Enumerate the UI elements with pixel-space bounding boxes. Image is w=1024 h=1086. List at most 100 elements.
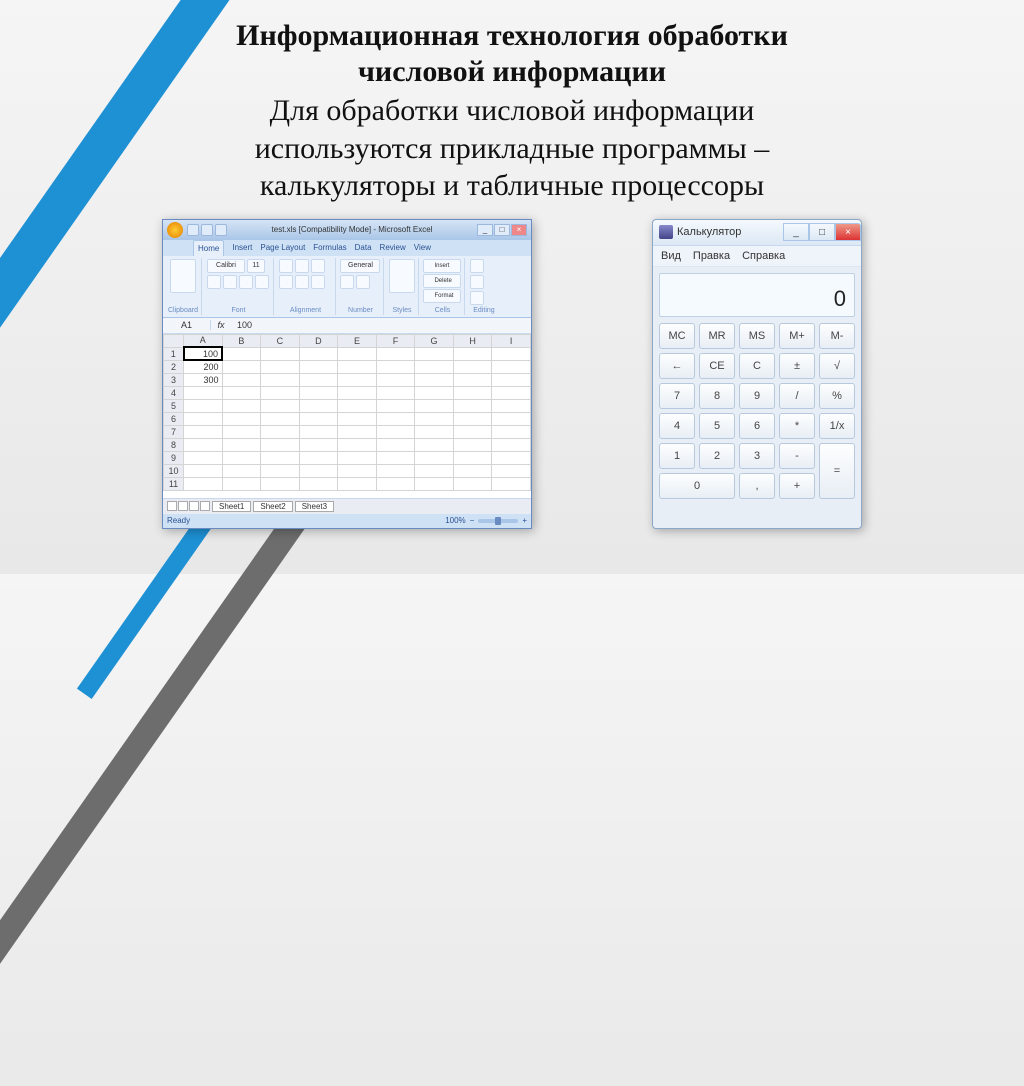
calc-btn-ce[interactable]: CE: [699, 353, 735, 379]
col-header[interactable]: H: [453, 334, 492, 347]
excel-window: test.xls [Compatibility Mode] - Microsof…: [162, 219, 532, 529]
name-box[interactable]: A1: [163, 320, 211, 330]
calc-btn-6[interactable]: 6: [739, 413, 775, 439]
col-header[interactable]: D: [299, 334, 338, 347]
calc-btn-mplus[interactable]: M+: [779, 323, 815, 349]
col-header[interactable]: C: [261, 334, 300, 347]
col-header[interactable]: G: [415, 334, 454, 347]
underline-button[interactable]: [239, 275, 253, 289]
quick-access-toolbar[interactable]: [187, 224, 227, 236]
cell[interactable]: 200: [184, 360, 223, 373]
row-header[interactable]: 2: [164, 360, 184, 373]
calc-btn-mul[interactable]: *: [779, 413, 815, 439]
row-header[interactable]: 5: [164, 399, 184, 412]
ribbon: Clipboard Calibri 11 Font Alignment Gene…: [163, 256, 531, 318]
calc-window-title: Калькулятор: [677, 226, 741, 238]
calc-btn-mr[interactable]: MR: [699, 323, 735, 349]
paste-button[interactable]: [170, 259, 196, 293]
tab-page-layout[interactable]: Page Layout: [260, 240, 305, 256]
col-header[interactable]: F: [376, 334, 415, 347]
row-header[interactable]: 4: [164, 386, 184, 399]
border-button[interactable]: [255, 275, 269, 289]
number-format-dropdown[interactable]: General: [340, 259, 380, 273]
row-header[interactable]: 10: [164, 464, 184, 477]
group-cells: Insert Delete Format Cells: [421, 258, 465, 315]
styles-button[interactable]: [389, 259, 415, 293]
cells-format-button[interactable]: Format: [423, 289, 461, 303]
calc-btn-decimal[interactable]: ,: [739, 473, 775, 499]
tab-review[interactable]: Review: [380, 240, 406, 256]
cells-insert-button[interactable]: Insert: [423, 259, 461, 273]
row-header[interactable]: 3: [164, 373, 184, 386]
col-header[interactable]: B: [222, 334, 261, 347]
fx-icon[interactable]: fx: [211, 320, 231, 330]
calc-btn-4[interactable]: 4: [659, 413, 695, 439]
row-header[interactable]: 8: [164, 438, 184, 451]
sheet-tab[interactable]: Sheet3: [295, 501, 334, 512]
formula-input[interactable]: 100: [231, 320, 531, 330]
group-alignment-label: Alignment: [290, 307, 321, 314]
row-header[interactable]: 9: [164, 451, 184, 464]
sheet-nav[interactable]: [167, 501, 210, 511]
tab-formulas[interactable]: Formulas: [313, 240, 346, 256]
italic-button[interactable]: [223, 275, 237, 289]
calc-btn-3[interactable]: 3: [739, 443, 775, 469]
calc-btn-percent[interactable]: %: [819, 383, 855, 409]
close-button[interactable]: ×: [835, 223, 861, 241]
row-header[interactable]: 6: [164, 412, 184, 425]
calc-btn-recip[interactable]: 1/x: [819, 413, 855, 439]
calc-btn-c[interactable]: C: [739, 353, 775, 379]
sheet-tab[interactable]: Sheet1: [212, 501, 251, 512]
menu-edit[interactable]: Правка: [693, 250, 730, 262]
calc-menu: Вид Правка Справка: [653, 246, 861, 267]
worksheet-grid[interactable]: A B C D E F G H I 1100 2200 3300 4 5 6 7…: [163, 334, 531, 498]
calc-btn-mc[interactable]: MC: [659, 323, 695, 349]
group-alignment: Alignment: [276, 258, 336, 315]
calc-btn-equals[interactable]: =: [819, 443, 855, 499]
col-header[interactable]: A: [184, 334, 223, 347]
calc-btn-minus[interactable]: -: [779, 443, 815, 469]
cells-delete-button[interactable]: Delete: [423, 274, 461, 288]
bold-button[interactable]: [207, 275, 221, 289]
sheet-tab[interactable]: Sheet2: [253, 501, 292, 512]
tab-insert[interactable]: Insert: [232, 240, 252, 256]
maximize-button[interactable]: □: [494, 224, 510, 236]
calc-btn-mminus[interactable]: M-: [819, 323, 855, 349]
col-header[interactable]: I: [492, 334, 531, 347]
calc-btn-9[interactable]: 9: [739, 383, 775, 409]
row-header[interactable]: 11: [164, 477, 184, 490]
maximize-button[interactable]: □: [809, 223, 835, 241]
calc-btn-8[interactable]: 8: [699, 383, 735, 409]
row-header[interactable]: 7: [164, 425, 184, 438]
cell[interactable]: 100: [184, 347, 223, 360]
zoom-controls[interactable]: 100% −+: [445, 516, 527, 525]
office-button[interactable]: [167, 222, 183, 238]
tab-view[interactable]: View: [414, 240, 431, 256]
minimize-button[interactable]: _: [477, 224, 493, 236]
calc-btn-ms[interactable]: MS: [739, 323, 775, 349]
minimize-button[interactable]: _: [783, 223, 809, 241]
close-button[interactable]: ×: [511, 224, 527, 236]
col-header[interactable]: E: [338, 334, 377, 347]
calc-btn-back[interactable]: ←: [659, 353, 695, 379]
tab-home[interactable]: Home: [193, 240, 224, 256]
calc-btn-2[interactable]: 2: [699, 443, 735, 469]
calc-btn-0[interactable]: 0: [659, 473, 735, 499]
menu-help[interactable]: Справка: [742, 250, 785, 262]
calc-btn-div[interactable]: /: [779, 383, 815, 409]
cell[interactable]: 300: [184, 373, 223, 386]
calc-btn-1[interactable]: 1: [659, 443, 695, 469]
font-name-dropdown[interactable]: Calibri: [207, 259, 245, 273]
zoom-slider[interactable]: [478, 519, 518, 523]
calc-btn-sqrt[interactable]: √: [819, 353, 855, 379]
font-size-dropdown[interactable]: 11: [247, 259, 265, 273]
group-number: General Number: [338, 258, 384, 315]
subtitle-line-1: Для обработки числовой информации: [270, 94, 755, 127]
calc-btn-plus[interactable]: +: [779, 473, 815, 499]
row-header[interactable]: 1: [164, 347, 184, 360]
tab-data[interactable]: Data: [355, 240, 372, 256]
calc-btn-7[interactable]: 7: [659, 383, 695, 409]
menu-view[interactable]: Вид: [661, 250, 681, 262]
calc-btn-negate[interactable]: ±: [779, 353, 815, 379]
calc-btn-5[interactable]: 5: [699, 413, 735, 439]
